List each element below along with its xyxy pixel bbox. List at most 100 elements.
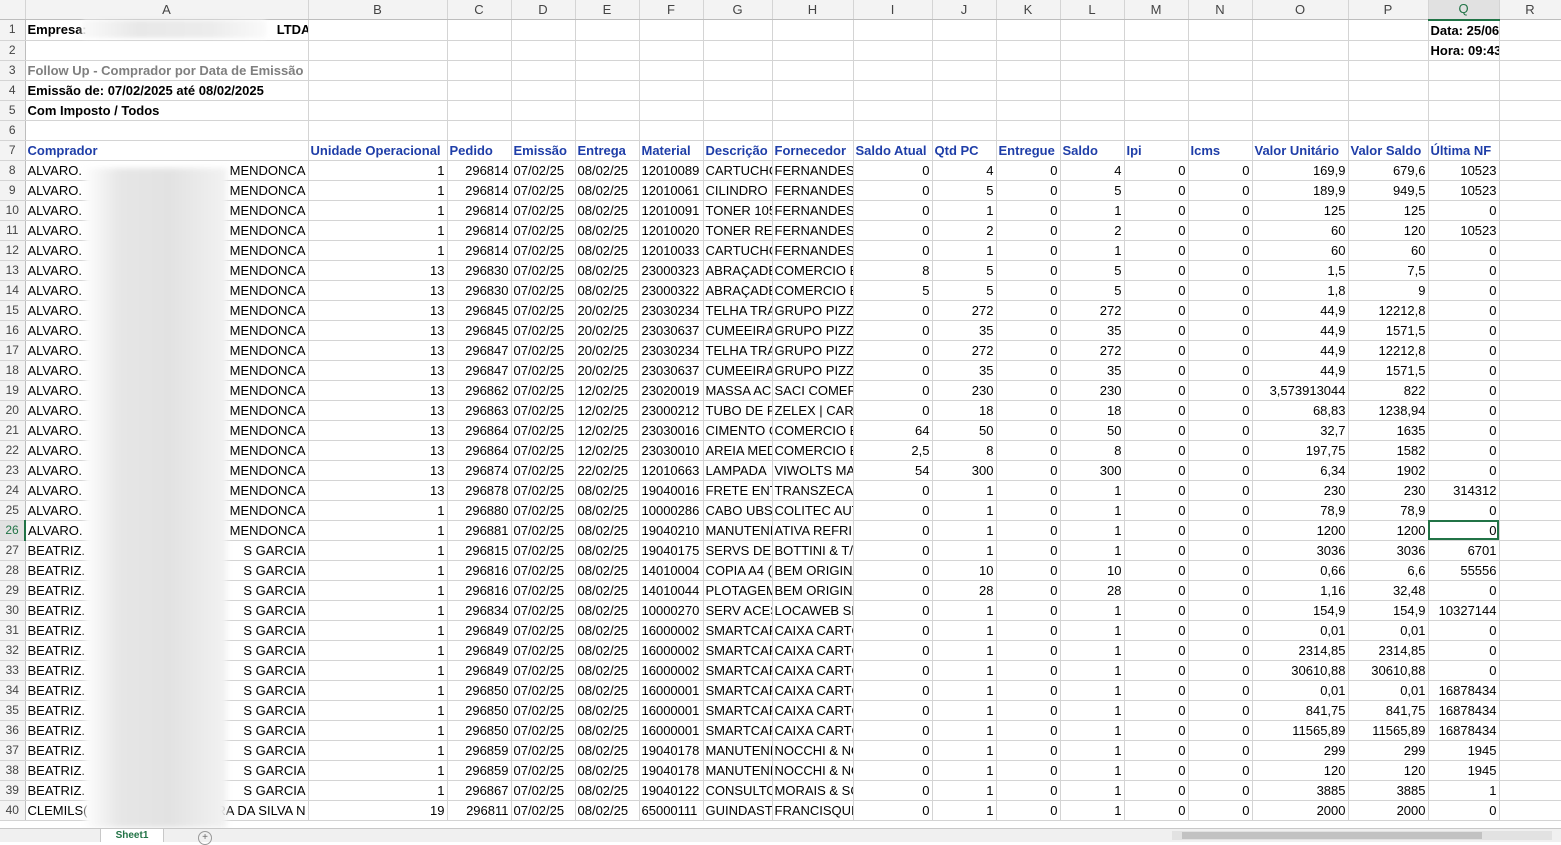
table-cell[interactable]: 0 — [853, 660, 933, 681]
table-cell[interactable]: 16000002 — [639, 620, 704, 641]
cell[interactable] — [1124, 120, 1189, 141]
table-cell[interactable]: 1 — [308, 580, 448, 601]
table-cell[interactable]: 272 — [1060, 340, 1125, 361]
table-cell[interactable]: 07/02/25 — [511, 180, 576, 201]
table-cell[interactable]: 1 — [1060, 200, 1125, 221]
table-cell[interactable]: 12/02/25 — [575, 400, 640, 421]
cell[interactable] — [1252, 19, 1349, 41]
row-header[interactable]: 10 — [0, 200, 26, 221]
table-cell[interactable]: 13 — [308, 340, 448, 361]
table-cell[interactable]: SERV ACES — [703, 600, 773, 621]
table-cell[interactable]: 13 — [308, 480, 448, 501]
table-cell[interactable]: 0 — [1188, 580, 1253, 601]
cell[interactable] — [1124, 100, 1189, 121]
table-cell[interactable]: ABRAÇADE — [703, 260, 773, 281]
page-title[interactable]: Follow Up - Comprador por Data de Emissã… — [25, 60, 309, 81]
table-cell[interactable]: FERNANDES — [772, 240, 854, 261]
table-cell[interactable]: 0 — [996, 700, 1061, 721]
table-cell[interactable]: 1 — [1060, 760, 1125, 781]
table-cell[interactable]: 23030016 — [639, 420, 704, 441]
table-cell[interactable]: 0 — [1188, 360, 1253, 381]
emissao-range[interactable]: Emissão de: 07/02/2025 até 08/02/2025 — [25, 80, 309, 101]
row-header[interactable]: 18 — [0, 360, 26, 381]
table-cell[interactable]: 0 — [996, 240, 1061, 261]
column-header-b[interactable]: B — [308, 0, 448, 20]
table-cell[interactable]: 296815 — [447, 540, 512, 561]
cell[interactable] — [996, 19, 1061, 41]
cell[interactable] — [25, 40, 309, 61]
table-cell[interactable]: 1 — [932, 200, 997, 221]
table-cell[interactable]: 1 — [1060, 240, 1125, 261]
cell[interactable] — [772, 60, 854, 81]
column-title[interactable]: Qtd PC — [932, 140, 997, 161]
cell[interactable] — [1499, 700, 1561, 721]
table-cell[interactable]: 0 — [996, 160, 1061, 181]
table-cell[interactable]: 1 — [1060, 740, 1125, 761]
table-cell[interactable]: FERNANDES — [772, 220, 854, 241]
cell[interactable] — [703, 120, 773, 141]
table-cell[interactable]: MORAIS & SC — [772, 780, 854, 801]
table-cell[interactable]: 07/02/25 — [511, 360, 576, 381]
table-cell[interactable]: 0 — [1188, 220, 1253, 241]
cell[interactable] — [932, 80, 997, 101]
cell[interactable] — [1499, 19, 1561, 41]
table-cell[interactable]: TONER REM — [703, 220, 773, 241]
table-cell[interactable]: TELHA TRA — [703, 340, 773, 361]
cell[interactable] — [1499, 760, 1561, 781]
table-cell[interactable]: 1 — [932, 500, 997, 521]
table-cell[interactable]: 78,9 — [1252, 500, 1349, 521]
table-cell[interactable]: 10000286 — [639, 500, 704, 521]
table-cell[interactable]: 1 — [308, 520, 448, 541]
row-header[interactable]: 20 — [0, 400, 26, 421]
table-cell[interactable]: 0 — [1188, 340, 1253, 361]
cell[interactable] — [1188, 60, 1253, 81]
table-cell[interactable]: SMARTCAR — [703, 720, 773, 741]
table-cell[interactable]: 10 — [1060, 560, 1125, 581]
table-cell[interactable]: MANUTENI — [703, 760, 773, 781]
table-cell[interactable]: 1 — [932, 480, 997, 501]
table-cell[interactable]: 0 — [996, 580, 1061, 601]
table-cell[interactable]: 0 — [853, 680, 933, 701]
table-cell[interactable]: 0 — [853, 580, 933, 601]
table-cell[interactable]: COLITEC AUT — [772, 500, 854, 521]
cell[interactable] — [1060, 40, 1125, 61]
table-cell[interactable]: 1 — [1060, 700, 1125, 721]
table-cell[interactable]: 12/02/25 — [575, 440, 640, 461]
cell[interactable] — [1252, 80, 1349, 101]
table-cell[interactable]: 0 — [996, 340, 1061, 361]
table-cell[interactable]: 1 — [308, 780, 448, 801]
cell[interactable] — [1124, 40, 1189, 61]
table-cell[interactable]: SERVS DE H — [703, 540, 773, 561]
table-cell[interactable]: 0 — [853, 500, 933, 521]
table-cell[interactable]: 60 — [1252, 240, 1349, 261]
table-cell[interactable]: 13 — [308, 320, 448, 341]
row-header[interactable]: 35 — [0, 700, 26, 721]
table-cell[interactable]: 296859 — [447, 760, 512, 781]
table-cell[interactable]: 0 — [853, 540, 933, 561]
table-cell[interactable]: 08/02/25 — [575, 180, 640, 201]
cell[interactable] — [1499, 620, 1561, 641]
table-cell[interactable]: 0 — [1124, 560, 1189, 581]
table-cell[interactable]: 0 — [1124, 280, 1189, 301]
table-cell[interactable]: 14010004 — [639, 560, 704, 581]
table-cell[interactable]: 32,48 — [1348, 580, 1429, 601]
cell[interactable] — [308, 60, 448, 81]
table-cell[interactable]: 12/02/25 — [575, 380, 640, 401]
table-cell[interactable]: 0 — [1188, 500, 1253, 521]
table-cell[interactable]: 0 — [1428, 320, 1500, 341]
table-cell[interactable]: 0 — [1428, 360, 1500, 381]
cell[interactable] — [575, 120, 640, 141]
table-cell[interactable]: 0 — [853, 360, 933, 381]
cell[interactable] — [1499, 360, 1561, 381]
cell[interactable] — [1499, 800, 1561, 821]
table-cell[interactable]: 50 — [1060, 420, 1125, 441]
table-cell[interactable]: 12212,8 — [1348, 300, 1429, 321]
table-cell[interactable]: 07/02/25 — [511, 720, 576, 741]
table-cell[interactable]: 7,5 — [1348, 260, 1429, 281]
table-cell[interactable]: 07/02/25 — [511, 560, 576, 581]
table-cell[interactable]: 07/02/25 — [511, 160, 576, 181]
table-cell[interactable]: 35 — [1060, 320, 1125, 341]
table-cell[interactable]: 125 — [1348, 200, 1429, 221]
table-cell[interactable]: 300 — [1060, 460, 1125, 481]
table-cell[interactable]: 0 — [996, 460, 1061, 481]
